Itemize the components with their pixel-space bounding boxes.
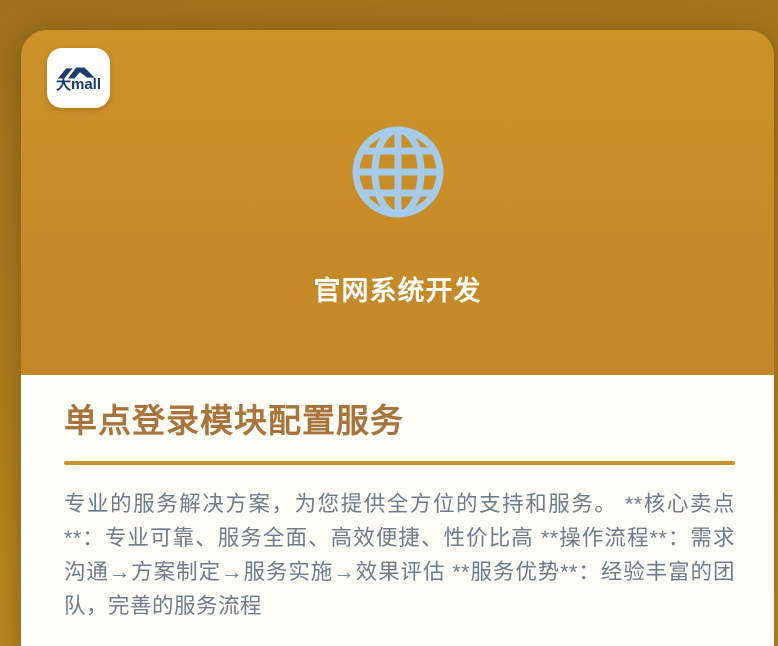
service-card: 大mall 官网系统开发 单点登录模块配置服务 专业的服务解决方案，为您提供全方…	[21, 30, 774, 646]
card-body: 单点登录模块配置服务 专业的服务解决方案，为您提供全方位的支持和服务。 **核心…	[21, 375, 774, 646]
page-title: 单点登录模块配置服务	[64, 402, 735, 440]
service-description: 专业的服务解决方案，为您提供全方位的支持和服务。 **核心卖点**：专业可靠、服…	[64, 487, 735, 623]
heading-divider	[64, 461, 735, 465]
service-category-title: 官网系统开发	[314, 269, 482, 308]
page-background: 大mall 官网系统开发 单点登录模块配置服务 专业的服务解决方案，为您提供全方…	[0, 0, 778, 646]
hero-section: 官网系统开发	[21, 30, 774, 308]
globe-icon	[350, 124, 446, 220]
card-header: 大mall 官网系统开发	[21, 30, 774, 375]
